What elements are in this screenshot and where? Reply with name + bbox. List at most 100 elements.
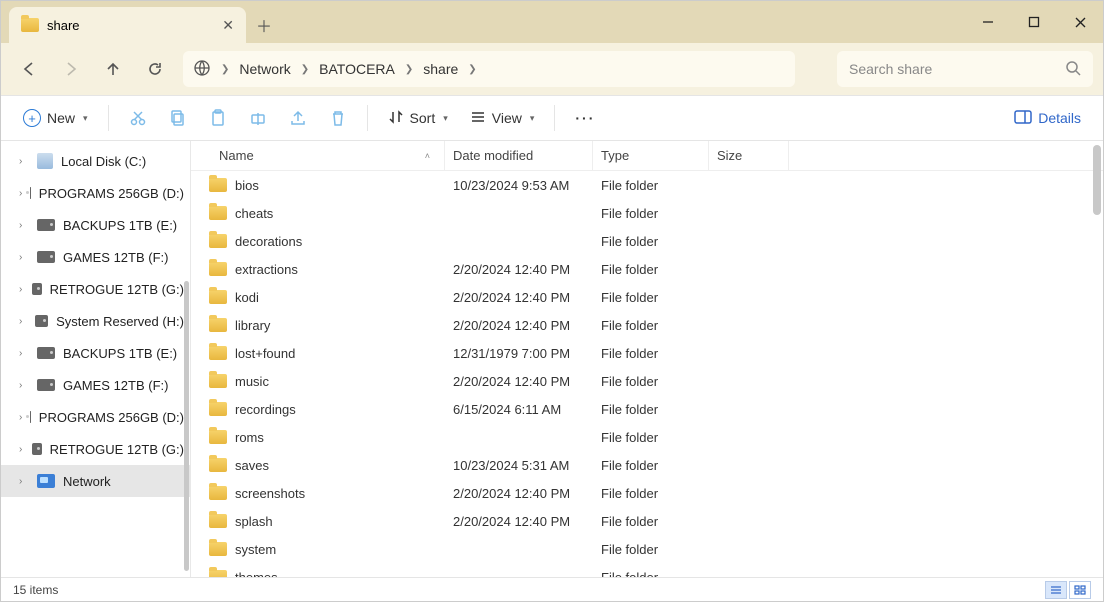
chevron-right-icon[interactable]: ❯ [297, 64, 313, 75]
close-window-button[interactable] [1057, 1, 1103, 43]
details-view-toggle[interactable] [1045, 581, 1067, 599]
file-name: cheats [235, 206, 273, 221]
refresh-button[interactable] [137, 51, 173, 87]
table-row[interactable]: themesFile folder [191, 563, 1103, 577]
breadcrumb-share[interactable]: share [423, 61, 458, 77]
nav-item-programs[interactable]: ›PROGRAMS 256GB (D:) [1, 177, 190, 209]
table-row[interactable]: systemFile folder [191, 535, 1103, 563]
titlebar: share ✕ ＋ [1, 1, 1103, 43]
file-type: File folder [593, 339, 709, 367]
table-row[interactable]: romsFile folder [191, 423, 1103, 451]
file-type: File folder [593, 367, 709, 395]
cut-button[interactable] [121, 101, 155, 135]
up-button[interactable] [95, 51, 131, 87]
file-size [709, 339, 789, 367]
maximize-button[interactable] [1011, 1, 1057, 43]
rename-button[interactable] [241, 101, 275, 135]
table-row[interactable]: decorationsFile folder [191, 227, 1103, 255]
breadcrumb-batocera[interactable]: BATOCERA [319, 61, 395, 77]
file-size [709, 451, 789, 479]
table-row[interactable]: splash2/20/2024 12:40 PMFile folder [191, 507, 1103, 535]
disk-icon [37, 153, 53, 169]
nav-item-games-2[interactable]: ›GAMES 12TB (F:) [1, 369, 190, 401]
file-type: File folder [593, 283, 709, 311]
chevron-right-icon: › [19, 284, 24, 295]
file-type: File folder [593, 171, 709, 199]
column-header-type[interactable]: Type [593, 141, 709, 170]
table-row[interactable]: extractions2/20/2024 12:40 PMFile folder [191, 255, 1103, 283]
delete-button[interactable] [321, 101, 355, 135]
nav-item-network[interactable]: ›Network [1, 465, 190, 497]
chevron-right-icon: › [19, 220, 29, 231]
table-row[interactable]: library2/20/2024 12:40 PMFile folder [191, 311, 1103, 339]
file-size [709, 283, 789, 311]
table-row[interactable]: bios10/23/2024 9:53 AMFile folder [191, 171, 1103, 199]
file-type: File folder [593, 479, 709, 507]
file-list-pane: Name˄ Date modified Type Size bios10/23/… [191, 141, 1103, 577]
tab-share[interactable]: share ✕ [9, 7, 246, 43]
folder-icon [209, 206, 227, 220]
view-label: View [492, 110, 522, 126]
item-count: 15 items [13, 583, 58, 597]
file-rows: bios10/23/2024 9:53 AMFile foldercheatsF… [191, 171, 1103, 577]
thumbnails-view-toggle[interactable] [1069, 581, 1091, 599]
file-scrollbar[interactable] [1093, 145, 1101, 215]
nav-label: System Reserved (H:) [56, 314, 184, 329]
file-date: 2/20/2024 12:40 PM [445, 479, 593, 507]
breadcrumb[interactable]: ❯ Network ❯ BATOCERA ❯ share ❯ [183, 51, 795, 87]
nav-item-retrogue[interactable]: ›RETROGUE 12TB (G:) [1, 273, 190, 305]
nav-item-local-disk[interactable]: ›Local Disk (C:) [1, 145, 190, 177]
file-size [709, 255, 789, 283]
table-row[interactable]: screenshots2/20/2024 12:40 PMFile folder [191, 479, 1103, 507]
folder-icon [209, 374, 227, 388]
view-button[interactable]: View ▾ [462, 101, 543, 135]
toolbar: + New ▾ Sort ▾ View ▾ ··· Details [1, 95, 1103, 141]
file-date [445, 199, 593, 227]
nav-item-retrogue-2[interactable]: ›RETROGUE 12TB (G:) [1, 433, 190, 465]
minimize-button[interactable] [965, 1, 1011, 43]
navigation-pane[interactable]: ›Local Disk (C:) ›PROGRAMS 256GB (D:) ›B… [1, 141, 191, 577]
file-size [709, 199, 789, 227]
table-row[interactable]: saves10/23/2024 5:31 AMFile folder [191, 451, 1103, 479]
details-button[interactable]: Details [1006, 101, 1089, 135]
folder-icon [209, 514, 227, 528]
breadcrumb-network[interactable]: Network [239, 61, 290, 77]
table-row[interactable]: lost+found12/31/1979 7:00 PMFile folder [191, 339, 1103, 367]
chevron-down-icon: ▾ [530, 113, 535, 124]
file-size [709, 479, 789, 507]
folder-icon [21, 18, 39, 32]
nav-item-system-reserved[interactable]: ›System Reserved (H:) [1, 305, 190, 337]
table-row[interactable]: recordings6/15/2024 6:11 AMFile folder [191, 395, 1103, 423]
nav-item-backups-2[interactable]: ›BACKUPS 1TB (E:) [1, 337, 190, 369]
chevron-right-icon[interactable]: ❯ [464, 64, 480, 75]
sort-button[interactable]: Sort ▾ [380, 101, 456, 135]
back-button[interactable] [11, 51, 47, 87]
more-button[interactable]: ··· [567, 101, 603, 135]
file-date: 2/20/2024 12:40 PM [445, 367, 593, 395]
nav-scrollbar[interactable] [184, 281, 189, 571]
chevron-right-icon[interactable]: ❯ [217, 64, 233, 75]
file-size [709, 535, 789, 563]
separator [108, 105, 109, 131]
new-tab-button[interactable]: ＋ [246, 7, 282, 43]
new-button[interactable]: + New ▾ [15, 101, 96, 135]
nav-item-games[interactable]: ›GAMES 12TB (F:) [1, 241, 190, 273]
table-row[interactable]: music2/20/2024 12:40 PMFile folder [191, 367, 1103, 395]
share-button[interactable] [281, 101, 315, 135]
nav-item-backups[interactable]: ›BACKUPS 1TB (E:) [1, 209, 190, 241]
column-header-name[interactable]: Name˄ [191, 141, 445, 170]
copy-button[interactable] [161, 101, 195, 135]
column-header-size[interactable]: Size [709, 141, 789, 170]
table-row[interactable]: cheatsFile folder [191, 199, 1103, 227]
search-input[interactable]: Search share [837, 51, 1093, 87]
column-header-date[interactable]: Date modified [445, 141, 593, 170]
address-bar-row: ❯ Network ❯ BATOCERA ❯ share ❯ Search sh… [1, 43, 1103, 95]
status-bar: 15 items [1, 577, 1103, 601]
close-tab-icon[interactable]: ✕ [222, 17, 234, 34]
chevron-right-icon[interactable]: ❯ [401, 64, 417, 75]
table-row[interactable]: kodi2/20/2024 12:40 PMFile folder [191, 283, 1103, 311]
paste-button[interactable] [201, 101, 235, 135]
nav-item-programs-2[interactable]: ›PROGRAMS 256GB (D:) [1, 401, 190, 433]
chevron-right-icon: › [19, 412, 22, 423]
forward-button[interactable] [53, 51, 89, 87]
